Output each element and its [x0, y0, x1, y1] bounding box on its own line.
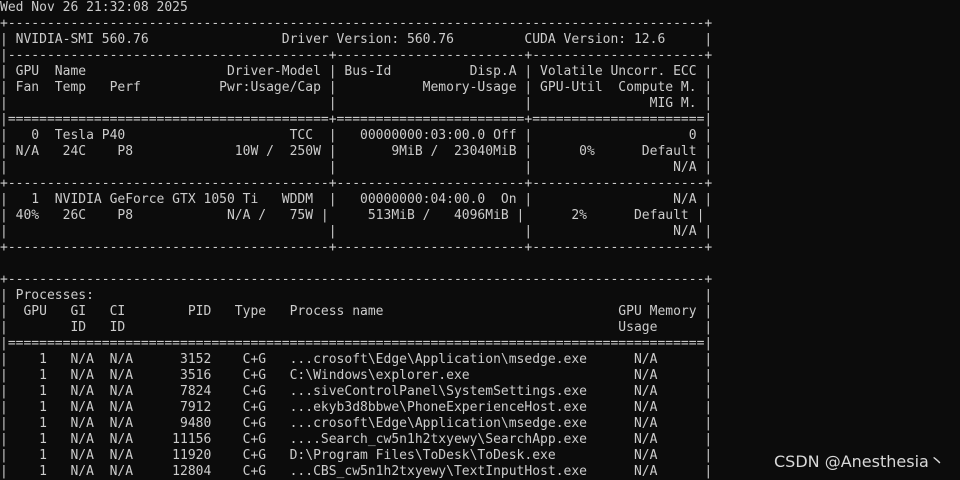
gpu-0-row: | N/A 24C P8 10W / 250W | 9MiB / 23040Mi…	[0, 144, 713, 159]
gpu-1-row: | | | N/A |	[0, 224, 713, 239]
process-row: | 1 N/A N/A 3516 C+G C:\Windows\explorer…	[0, 368, 713, 383]
gpu-1-row: | 1 NVIDIA GeForce GTX 1050 Ti WDDM | 00…	[0, 192, 713, 207]
process-row: | 1 N/A N/A 7824 C+G ...siveControlPanel…	[0, 384, 713, 399]
gpu-column-header: | Fan Temp Perf Pwr:Usage/Cap | Memory-U…	[0, 80, 713, 95]
table-divider: +---------------------------------------…	[0, 176, 713, 191]
timestamp-line: Wed Nov 26 21:32:08 2025	[0, 0, 188, 15]
table-divider: |=======================================…	[0, 112, 713, 127]
table-divider: |---------------------------------------…	[0, 48, 713, 63]
version-header: | NVIDIA-SMI 560.76 Driver Version: 560.…	[0, 32, 713, 47]
process-row: | 1 N/A N/A 3152 C+G ...crosoft\Edge\App…	[0, 352, 713, 367]
process-column-header: | ID ID Usage |	[0, 320, 713, 335]
gpu-0-row: | | | N/A |	[0, 160, 713, 175]
process-row: | 1 N/A N/A 11156 C+G ....Search_cw5n1h2…	[0, 432, 713, 447]
table-border: +---------------------------------------…	[0, 240, 713, 255]
table-divider: |=======================================…	[0, 336, 713, 351]
table-border: +---------------------------------------…	[0, 16, 713, 31]
gpu-1-row: | 40% 26C P8 N/A / 75W | 513MiB / 4096Mi…	[0, 208, 705, 223]
process-row: | 1 N/A N/A 11920 C+G D:\Program Files\T…	[0, 448, 713, 463]
process-column-header: | GPU GI CI PID Type Process name GPU Me…	[0, 304, 713, 319]
terminal-window[interactable]: Wed Nov 26 21:32:08 2025 +--------------…	[0, 0, 960, 480]
processes-title: | Processes: |	[0, 288, 713, 303]
process-row: | 1 N/A N/A 7912 C+G ...ekyb3d8bbwe\Phon…	[0, 400, 713, 415]
gpu-column-header: | GPU Name Driver-Model | Bus-Id Disp.A …	[0, 64, 713, 79]
csdn-watermark: CSDN @Anesthesia丶	[774, 452, 945, 471]
process-row: | 1 N/A N/A 12804 C+G ...CBS_cw5n1h2txye…	[0, 464, 713, 479]
process-row: | 1 N/A N/A 9480 C+G ...crosoft\Edge\App…	[0, 416, 713, 431]
table-border: +---------------------------------------…	[0, 272, 713, 287]
gpu-0-row: | 0 Tesla P40 TCC | 00000000:03:00.0 Off…	[0, 128, 713, 143]
gpu-column-header: | | | MIG M. |	[0, 96, 713, 111]
